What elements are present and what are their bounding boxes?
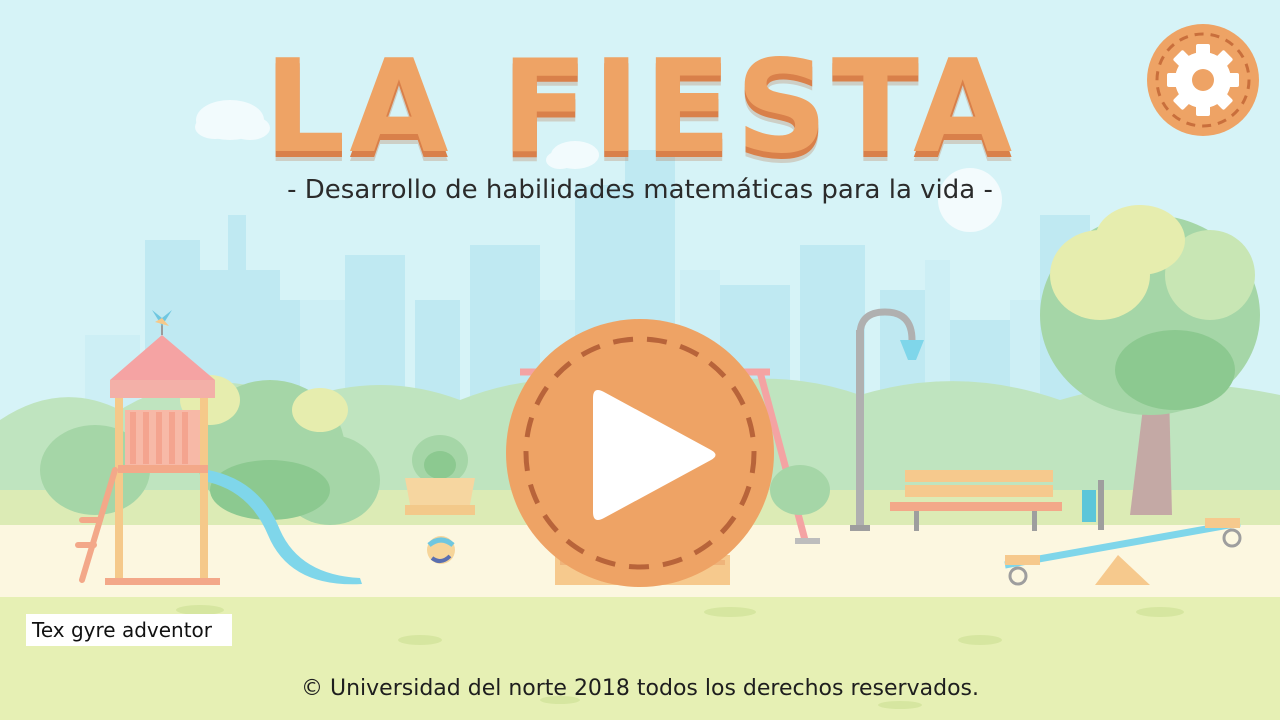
copyright-notice: © Universidad del norte 2018 todos los d…	[301, 676, 979, 701]
settings-button[interactable]	[1146, 23, 1260, 137]
bush	[770, 465, 830, 515]
game-subtitle: - Desarrollo de habilidades matemáticas …	[287, 175, 993, 205]
gear-icon	[1147, 24, 1259, 136]
ball	[427, 536, 455, 564]
play-icon	[506, 319, 774, 587]
play-button[interactable]	[505, 318, 775, 588]
game-title-screen: LA FIESTA - Desarrollo de habilidades ma…	[0, 0, 1280, 720]
font-name-label: Tex gyre adventor	[26, 614, 232, 646]
game-title: LA FIESTA	[263, 33, 1017, 182]
